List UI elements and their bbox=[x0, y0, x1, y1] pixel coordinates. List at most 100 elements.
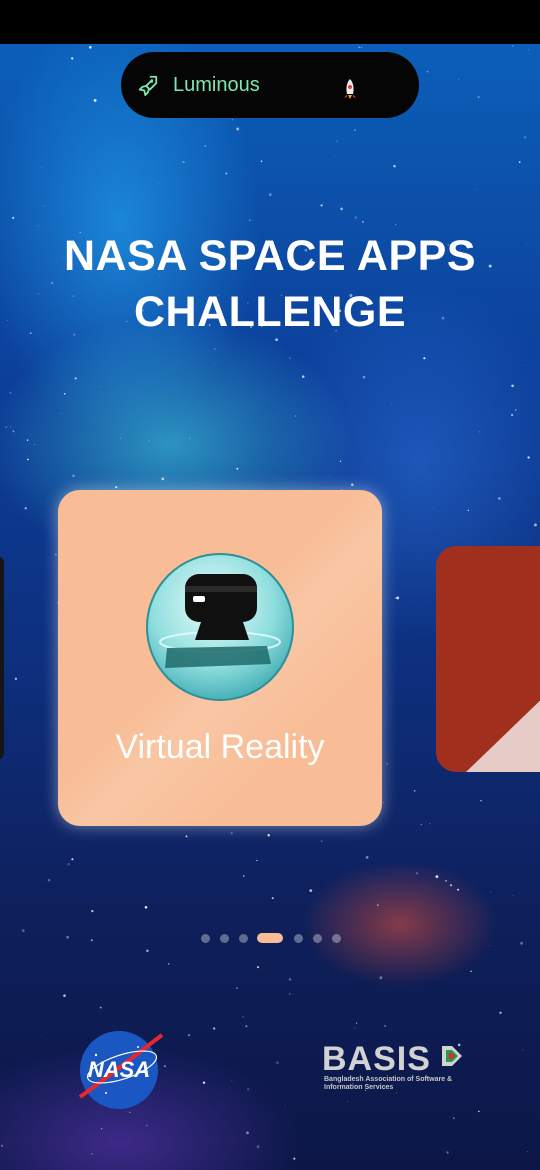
rocket-icon bbox=[138, 75, 158, 96]
star bbox=[27, 458, 29, 461]
star bbox=[360, 46, 362, 48]
rocket-icon bbox=[344, 79, 356, 99]
star bbox=[247, 1088, 250, 1091]
star bbox=[256, 859, 258, 862]
star bbox=[100, 385, 101, 387]
star bbox=[202, 1081, 206, 1084]
star bbox=[132, 893, 134, 895]
star bbox=[60, 413, 62, 414]
page-dot[interactable] bbox=[201, 934, 210, 943]
star bbox=[489, 945, 490, 947]
star bbox=[293, 1157, 296, 1160]
star bbox=[71, 57, 74, 60]
star bbox=[246, 1131, 249, 1135]
star bbox=[47, 879, 51, 882]
star bbox=[74, 377, 77, 380]
carousel-card-virtual-reality[interactable]: Virtual Reality bbox=[58, 490, 382, 826]
star bbox=[10, 426, 12, 428]
star bbox=[63, 392, 66, 395]
star bbox=[163, 1065, 166, 1068]
star bbox=[361, 220, 364, 223]
page-dot[interactable] bbox=[313, 934, 322, 943]
star bbox=[354, 1027, 356, 1029]
star bbox=[158, 1168, 160, 1169]
star bbox=[391, 403, 392, 405]
star bbox=[185, 835, 188, 838]
page-dot[interactable] bbox=[220, 934, 229, 943]
star bbox=[242, 1015, 244, 1018]
star bbox=[395, 223, 397, 225]
title-line-2: CHALLENGE bbox=[133, 288, 407, 336]
carousel-previous-card[interactable] bbox=[0, 556, 4, 760]
page-dot-active[interactable] bbox=[257, 933, 283, 943]
star bbox=[518, 161, 521, 163]
star bbox=[526, 1150, 529, 1153]
star bbox=[339, 460, 342, 462]
star bbox=[275, 1061, 279, 1065]
star bbox=[477, 96, 480, 99]
star bbox=[187, 1034, 191, 1037]
star bbox=[524, 365, 526, 366]
vr-headset-icon bbox=[146, 553, 294, 701]
star bbox=[12, 216, 15, 220]
star bbox=[271, 897, 274, 900]
star bbox=[340, 207, 343, 211]
star bbox=[336, 140, 338, 142]
star bbox=[167, 963, 170, 965]
star bbox=[379, 976, 383, 980]
star bbox=[148, 440, 150, 442]
star bbox=[63, 994, 66, 997]
star bbox=[470, 970, 472, 972]
star bbox=[14, 677, 18, 680]
star bbox=[384, 1025, 386, 1027]
luminous-label: Luminous bbox=[173, 74, 260, 96]
star bbox=[231, 1080, 233, 1082]
star bbox=[301, 375, 305, 378]
star bbox=[467, 509, 470, 512]
star bbox=[26, 439, 29, 441]
star bbox=[351, 483, 354, 486]
page-dot[interactable] bbox=[332, 934, 341, 943]
star bbox=[213, 347, 216, 351]
star bbox=[426, 197, 428, 199]
star bbox=[415, 872, 419, 875]
star bbox=[230, 831, 233, 835]
star bbox=[533, 523, 537, 527]
star bbox=[393, 164, 396, 168]
star bbox=[510, 413, 514, 417]
star bbox=[260, 160, 263, 163]
carousel-next-card[interactable] bbox=[436, 546, 540, 772]
star bbox=[34, 443, 36, 446]
star bbox=[334, 204, 335, 205]
star bbox=[161, 477, 165, 481]
star bbox=[413, 790, 416, 792]
star bbox=[320, 204, 323, 207]
carousel-page-indicator bbox=[0, 933, 540, 945]
basis-subtitle: Bangladesh Association of Software & Inf… bbox=[324, 1076, 453, 1091]
star bbox=[236, 467, 239, 470]
star bbox=[475, 189, 477, 190]
star bbox=[40, 166, 42, 168]
page-title: NASA SPACE APPS CHALLENGE bbox=[0, 228, 540, 340]
star bbox=[245, 1025, 248, 1028]
nasa-logo: NASA bbox=[78, 1031, 164, 1109]
star bbox=[9, 391, 12, 394]
star bbox=[88, 45, 92, 49]
basis-arrow-icon bbox=[442, 1046, 462, 1066]
star bbox=[12, 430, 15, 433]
star bbox=[376, 904, 379, 906]
star bbox=[288, 978, 292, 981]
star bbox=[396, 596, 400, 600]
page-dot[interactable] bbox=[239, 934, 248, 943]
page-dot[interactable] bbox=[294, 934, 303, 943]
title-line-1: NASA SPACE APPS bbox=[63, 232, 477, 280]
star bbox=[213, 1027, 216, 1030]
star bbox=[204, 144, 207, 147]
star bbox=[394, 597, 397, 599]
star bbox=[157, 182, 159, 184]
star bbox=[511, 384, 514, 388]
star bbox=[37, 225, 39, 227]
star bbox=[527, 456, 530, 459]
star bbox=[420, 823, 422, 825]
luminous-notification-pill[interactable]: Luminous bbox=[121, 52, 419, 118]
